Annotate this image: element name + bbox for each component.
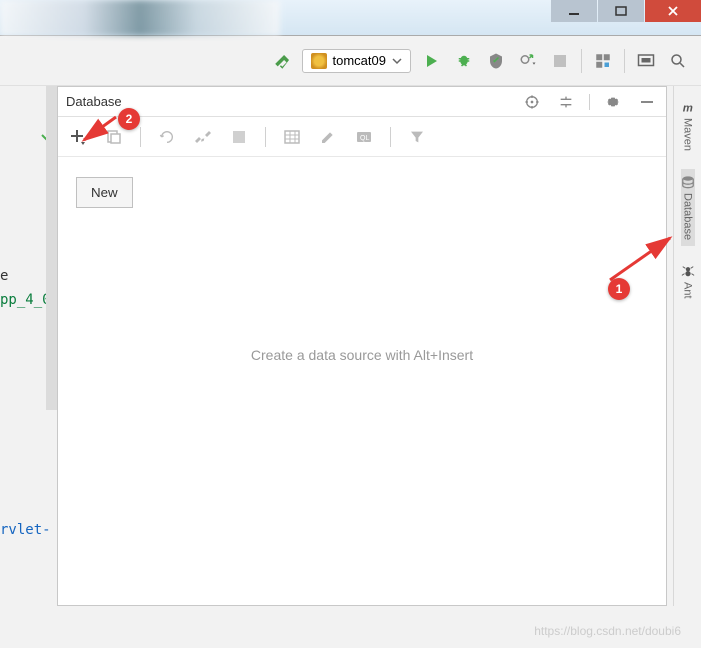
search-icon[interactable] — [667, 50, 689, 72]
target-icon[interactable] — [521, 91, 543, 113]
ant-tab[interactable]: Ant — [681, 258, 695, 305]
run-configuration-dropdown[interactable]: tomcat09 — [302, 49, 411, 73]
refresh-icon[interactable] — [157, 127, 177, 147]
annotation-badge-2: 2 — [118, 108, 140, 130]
gear-icon[interactable] — [602, 91, 624, 113]
new-button[interactable]: New — [76, 177, 133, 208]
filter-icon[interactable] — [407, 127, 427, 147]
minimize-panel-icon[interactable] — [636, 91, 658, 113]
database-panel-title: Database — [66, 94, 521, 109]
maximize-button[interactable] — [598, 0, 644, 22]
svg-text:m: m — [682, 102, 692, 114]
run-button[interactable] — [421, 50, 443, 72]
database-panel-header: Database — [58, 87, 666, 117]
svg-text:QL: QL — [360, 135, 369, 142]
annotation-badge-1: 1 — [608, 278, 630, 300]
chevron-down-icon — [392, 56, 402, 66]
maven-icon: m — [681, 100, 695, 114]
main-toolbar: tomcat09 — [0, 36, 701, 86]
coverage-icon[interactable] — [485, 50, 507, 72]
build-icon[interactable] — [270, 50, 292, 72]
disconnect-icon[interactable] — [229, 127, 249, 147]
properties-icon[interactable] — [193, 127, 213, 147]
database-icon — [681, 175, 695, 189]
debug-button[interactable] — [453, 50, 475, 72]
database-panel-body: New Create a data source with Alt+Insert — [58, 157, 666, 605]
watermark: https://blog.csdn.net/doubi6 — [534, 624, 681, 638]
split-icon[interactable] — [555, 91, 577, 113]
placeholder-text: Create a data source with Alt+Insert — [58, 347, 666, 363]
file-strip — [46, 86, 57, 410]
code-fragment: e — [0, 268, 8, 284]
run-config-label: tomcat09 — [333, 53, 386, 68]
database-toolbar: QL — [58, 117, 666, 157]
tomcat-icon — [311, 53, 327, 69]
right-tool-stripe: m Maven Database Ant — [673, 86, 701, 606]
database-tab[interactable]: Database — [681, 169, 695, 246]
presentation-icon[interactable] — [635, 50, 657, 72]
code-fragment: pp_4_0 — [0, 292, 51, 308]
database-panel: Database QL New Create a data source wit… — [57, 86, 667, 606]
maven-tab[interactable]: m Maven — [681, 94, 695, 157]
profile-dropdown[interactable] — [517, 50, 539, 72]
console-icon[interactable]: QL — [354, 127, 374, 147]
ant-icon — [681, 264, 695, 278]
minimize-button[interactable] — [551, 0, 597, 22]
project-structure-icon[interactable] — [592, 50, 614, 72]
code-fragment: rvlet- — [0, 522, 51, 538]
table-icon[interactable] — [282, 127, 302, 147]
close-button[interactable] — [645, 0, 701, 22]
edit-icon[interactable] — [318, 127, 338, 147]
stop-button[interactable] — [549, 50, 571, 72]
